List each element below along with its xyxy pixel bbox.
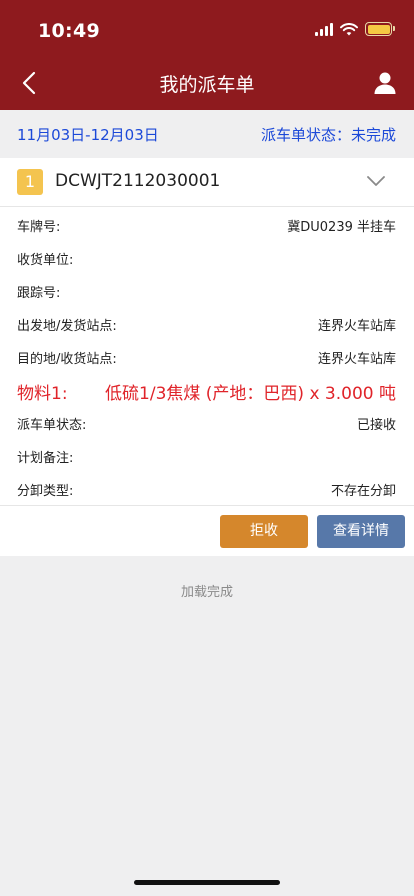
status-time: 10:49 <box>38 20 100 42</box>
order-code: DCWJT2112030001 <box>55 171 221 191</box>
view-detail-button[interactable]: 查看详情 <box>317 515 405 548</box>
field-row-order-status: 派车单状态: 已接收 <box>0 406 414 439</box>
field-row-origin: 出发地/发货站点: 连界火车站库 <box>0 307 414 340</box>
order-status-filter[interactable]: 派车单状态：未完成 <box>261 124 396 145</box>
field-label: 目的地/收货站点: <box>17 352 117 367</box>
signal-icon <box>315 22 333 36</box>
field-value: 不存在分卸 <box>330 484 396 499</box>
app-header: 10:49 我的派车单 <box>0 0 414 110</box>
material-value: 低硫1/3焦煤 (产地：巴西) x 3.000 吨 <box>105 384 396 404</box>
filter-bar: 11月03日-12月03日 派车单状态：未完成 <box>0 110 414 158</box>
order-card-header[interactable]: 1 DCWJT2112030001 <box>0 158 414 207</box>
order-card-actions: 拒收 查看详情 <box>0 505 414 556</box>
field-label: 计划备注: <box>17 451 74 466</box>
field-label: 收货单位: <box>17 253 74 268</box>
material-label: 物料1: <box>17 384 68 404</box>
field-row-unload-type: 分卸类型: 不存在分卸 <box>0 472 414 505</box>
status-icons <box>315 22 395 36</box>
field-label: 出发地/发货站点: <box>17 319 117 334</box>
field-row-plan-note: 计划备注: <box>0 439 414 472</box>
date-range-filter[interactable]: 11月03日-12月03日 <box>17 124 159 145</box>
field-label: 分卸类型: <box>17 484 74 499</box>
material-row: 物料1: 低硫1/3焦煤 (产地：巴西) x 3.000 吨 <box>0 374 414 404</box>
field-row-consignee: 收货单位: <box>0 241 414 274</box>
order-card: 1 DCWJT2112030001 车牌号: 冀DU0239 半挂车 收货单位:… <box>0 158 414 556</box>
user-button[interactable] <box>372 70 398 96</box>
battery-icon <box>365 22 395 36</box>
chevron-down-icon[interactable] <box>366 174 386 188</box>
field-label: 车牌号: <box>17 220 61 235</box>
page-title: 我的派车单 <box>159 74 255 96</box>
load-status-text: 加载完成 <box>180 585 233 600</box>
order-index-badge: 1 <box>17 169 43 195</box>
field-row-plate: 车牌号: 冀DU0239 半挂车 <box>0 208 414 241</box>
field-row-tracking: 跟踪号: <box>0 274 414 307</box>
field-label: 派车单状态: <box>17 418 87 433</box>
field-value: 已接收 <box>356 418 396 433</box>
reject-button[interactable]: 拒收 <box>220 515 308 548</box>
field-value: 连界火车站库 <box>317 352 396 367</box>
home-indicator[interactable] <box>134 880 280 885</box>
field-row-destination: 目的地/收货站点: 连界火车站库 <box>0 340 414 373</box>
wifi-icon <box>340 22 358 35</box>
user-icon <box>374 72 396 94</box>
field-label: 跟踪号: <box>17 286 61 301</box>
field-value: 冀DU0239 半挂车 <box>287 220 396 235</box>
field-value: 连界火车站库 <box>317 319 396 334</box>
